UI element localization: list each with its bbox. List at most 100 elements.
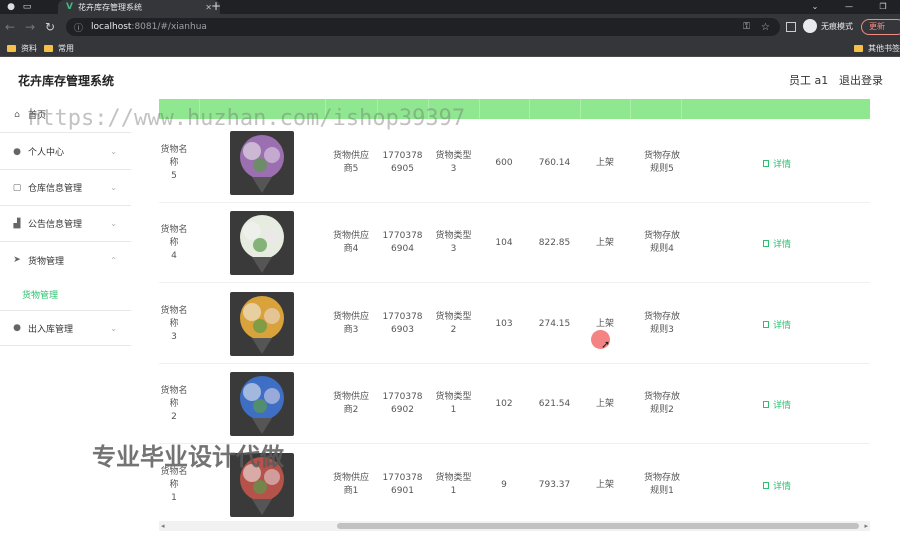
phone-line2: 6905 [391, 164, 414, 174]
chevron-down-icon: ⌄ [110, 219, 117, 228]
bookmark-folder[interactable]: 资料 [7, 43, 37, 54]
supplier-line2: 商3 [343, 325, 359, 335]
detail-link[interactable]: 详情 [763, 123, 791, 203]
table-cell-qty: 600 [479, 123, 529, 203]
name-line2: 2 [171, 411, 177, 422]
phone-line2: 6904 [391, 244, 414, 254]
chevron-down-icon[interactable]: ⌄ [798, 0, 832, 14]
incognito-label: 无痕模式 [821, 21, 853, 31]
name-line1: 货物名称 [160, 224, 188, 248]
rule-line1: 货物存放 [643, 312, 680, 322]
forward-icon[interactable]: → [20, 20, 40, 34]
bookmark-label: 资料 [21, 43, 37, 53]
folder-icon [854, 44, 863, 52]
qty-value: 9 [501, 479, 507, 490]
table-cell-price: 621.54 [529, 364, 580, 444]
rule-line1: 货物存放 [643, 392, 680, 402]
type-line2: 2 [450, 325, 457, 335]
type-line1: 货物类型 [435, 151, 472, 161]
price-value: 793.37 [538, 479, 571, 490]
name-line2: 5 [171, 170, 177, 181]
rule-line1: 货物存放 [643, 231, 680, 241]
document-icon [763, 320, 769, 328]
type-line1: 货物类型 [435, 392, 472, 402]
type-line1: 货物类型 [435, 473, 472, 483]
scroll-right-icon[interactable]: ▸ [864, 522, 868, 530]
price-value: 760.14 [538, 157, 571, 168]
type-line2: 3 [450, 244, 457, 254]
reload-icon[interactable]: ↻ [40, 20, 60, 34]
name-line2: 1 [171, 492, 177, 503]
detail-link[interactable]: 详情 [763, 203, 791, 283]
bookmark-folder[interactable]: 常用 [44, 43, 74, 54]
supplier-line2: 商4 [343, 244, 359, 254]
star-icon[interactable]: ☆ [761, 22, 770, 33]
minimize-icon[interactable]: — [832, 0, 866, 14]
phone-line2: 6902 [391, 405, 414, 415]
detail-link[interactable]: 详情 [763, 364, 791, 444]
phone-line1: 1770378 [382, 312, 423, 322]
price-value: 274.15 [538, 318, 571, 329]
horizontal-scrollbar[interactable]: ◂ ▸ [159, 521, 870, 531]
sidebar-item-inout[interactable]: ● 出入库管理 ⌄ [0, 310, 131, 346]
name-line2: 3 [171, 331, 177, 342]
rule-line2: 规则3 [650, 325, 674, 335]
detail-link[interactable]: 详情 [763, 284, 791, 364]
sidebar-item-warehouse[interactable]: ▢ 仓库信息管理 ⌄ [0, 170, 131, 206]
other-bookmarks[interactable]: 其他书签 [854, 43, 900, 54]
table-cell-rule: 货物存放 规则2 [630, 364, 694, 444]
new-tab-button[interactable]: + [211, 0, 221, 13]
incognito-indicator[interactable]: 无痕模式 [803, 19, 853, 33]
table-cell-status: 上架 [580, 203, 630, 283]
submenu-goods-management[interactable]: 货物管理 [22, 288, 58, 301]
table-row: 货物名称 3 货物供应 商3 1770378 6903 货物类型 2 103 274.15 上架 货物… [159, 284, 870, 364]
table-cell-price: 274.15 [529, 284, 580, 364]
table-cell-qty: 102 [479, 364, 529, 444]
supplier-line1: 货物供应 [332, 151, 369, 161]
back-icon[interactable]: ← [0, 20, 20, 34]
restore-icon[interactable]: ❐ [866, 0, 900, 14]
watermark-text: 专业毕业设计代做 [92, 443, 284, 471]
table-cell-phone: 1770378 6905 [377, 123, 428, 203]
key-icon[interactable]: ⚿ [743, 22, 750, 32]
table-cell-name: 货物名称 4 [159, 203, 189, 283]
logout-link[interactable]: 退出登录 [839, 72, 883, 88]
table-cell-qty: 9 [479, 445, 529, 525]
rule-line1: 货物存放 [643, 151, 680, 161]
update-button[interactable]: 更新 [861, 19, 900, 35]
sidebar-item-profile[interactable]: ● 个人中心 ⌄ [0, 134, 131, 170]
tab-strip-icon[interactable]: ▭ [22, 2, 32, 12]
info-icon[interactable]: ⓘ [74, 21, 83, 34]
window-icon: ▢ [12, 182, 22, 193]
name-line1: 货物名称 [160, 305, 188, 329]
scrollbar-thumb[interactable] [337, 523, 859, 529]
type-line2: 3 [450, 164, 457, 174]
sidebar-item-label: 个人中心 [28, 148, 65, 158]
sidebar-item-notice[interactable]: ▟ 公告信息管理 ⌄ [0, 206, 131, 242]
detail-label: 详情 [773, 320, 792, 331]
side-panel-icon[interactable] [786, 22, 796, 32]
table-cell-type: 货物类型 1 [428, 445, 479, 525]
other-bookmarks-label: 其他书签 [868, 43, 900, 53]
tab-title: 花卉库存管理系统 [77, 2, 142, 12]
price-value: 621.54 [538, 398, 571, 409]
document-icon [763, 239, 769, 247]
table-cell-rule: 货物存放 规则1 [630, 445, 694, 525]
rule-line2: 规则1 [650, 486, 674, 496]
detail-link[interactable]: 详情 [763, 445, 791, 525]
incognito-icon [803, 19, 817, 33]
table-cell-status: 上架 [580, 445, 630, 525]
scroll-left-icon[interactable]: ◂ [161, 522, 165, 530]
table-cell-price: 822.85 [529, 203, 580, 283]
sidebar-item-goods[interactable]: ➤ 货物管理 ⌃ [0, 242, 131, 278]
profile-icon[interactable]: ● [6, 2, 16, 12]
url-input[interactable]: ⓘ localhost :8081/#/xianhua ⚿ ☆ [66, 18, 780, 36]
send-icon: ➤ [13, 255, 21, 265]
browser-tab[interactable]: V 花卉库存管理系统 ✕ [58, 0, 220, 14]
table-header-cell [580, 99, 581, 119]
vue-logo-icon: V [66, 2, 73, 12]
document-icon [763, 159, 769, 167]
window-controls: ⌄ — ❐ [798, 0, 900, 14]
bookmark-label: 常用 [58, 43, 74, 53]
sidebar-item-label: 出入库管理 [28, 324, 74, 335]
